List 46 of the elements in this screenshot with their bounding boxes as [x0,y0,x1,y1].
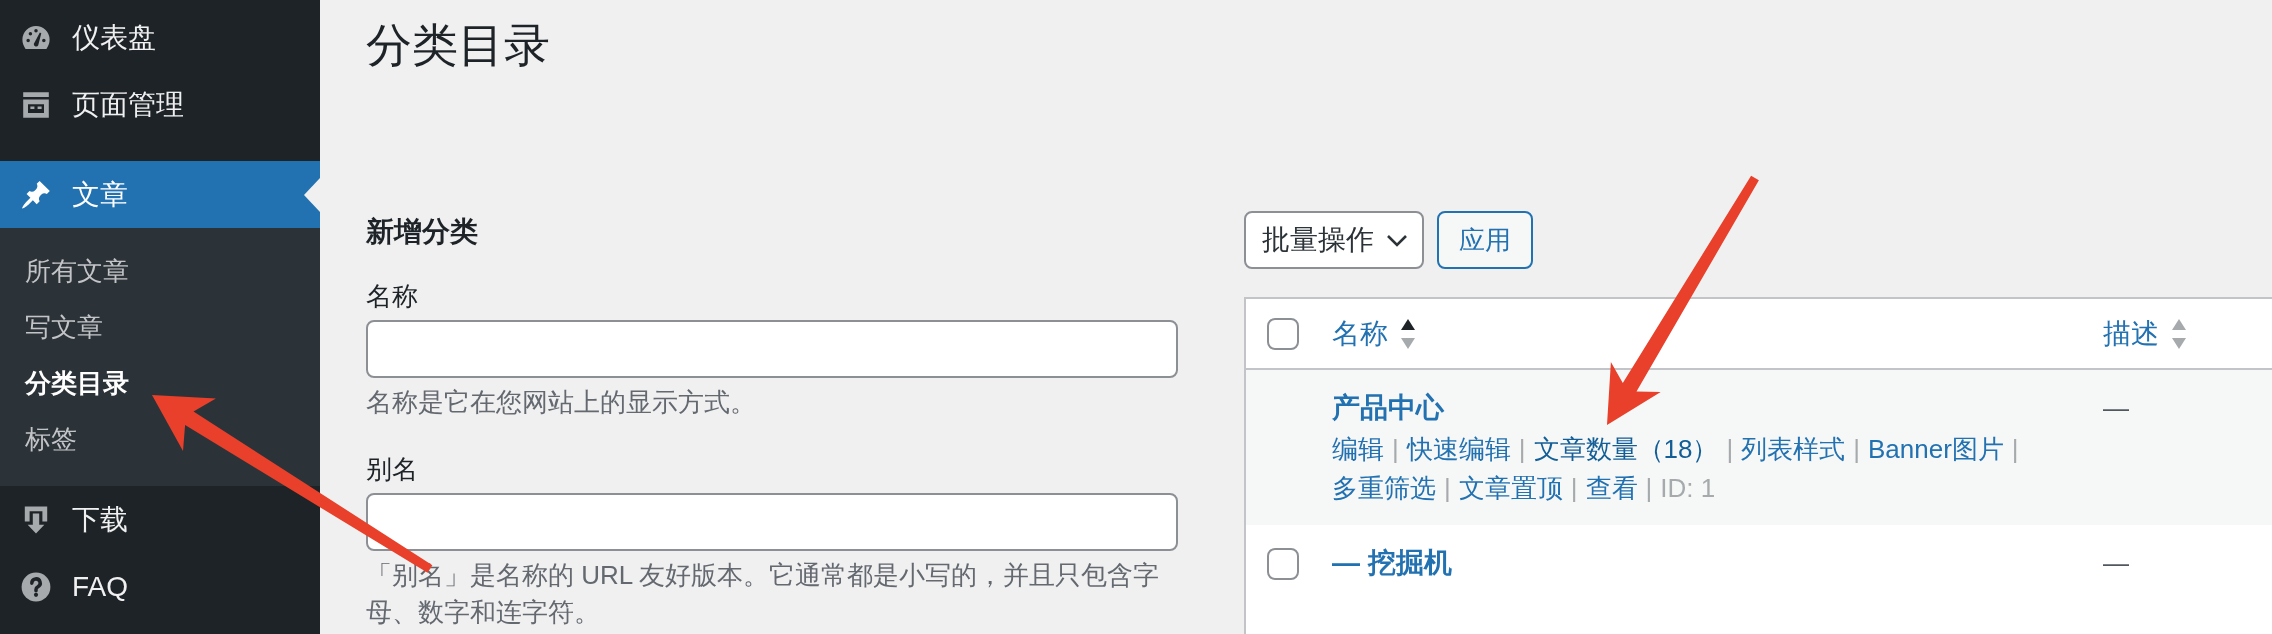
action-separator: | [2010,434,2020,464]
field-label: 别名 [366,453,418,486]
menu-item[interactable]: 下载 [0,486,320,553]
row-action-link[interactable]: 列表样式 [1741,434,1846,464]
row-action-link[interactable]: 查看 [1585,473,1638,503]
category-name-link[interactable]: — 挖掘机 [1332,544,1452,582]
row-action-link[interactable]: 快速编辑 [1406,434,1511,464]
bulk-actions-select[interactable]: 批量操作 [1244,211,1424,269]
submenu-item[interactable]: 所有文章 [0,243,320,299]
action-separator: | [1391,434,1400,464]
apply-button[interactable]: 应用 [1437,211,1533,269]
row-id-text: ID: 1 [1660,473,1716,503]
action-separator: | [1569,473,1579,503]
column-header[interactable]: 描述 [2103,314,2159,353]
table-cell-text: — [2103,547,2129,580]
row-checkbox[interactable] [1267,548,1299,580]
column-header[interactable]: 名称 [1332,314,1388,353]
action-separator: | [1852,434,1861,464]
input-field[interactable] [366,320,1178,378]
row-action-link[interactable]: Banner图片 [1868,434,2004,464]
menu-item[interactable]: 页面管理 [0,71,320,138]
menu-item[interactable]: FAQ [0,553,320,620]
submenu-item[interactable]: 分类目录 [0,355,320,411]
row-action-link[interactable]: 多重筛选 [1332,473,1436,503]
row-action-link[interactable]: 文章置顶 [1458,473,1563,503]
action-separator: | [1443,473,1452,503]
field-label: 名称 [366,280,418,313]
pin-icon [20,178,52,211]
table-cell-text: — [2103,392,2129,425]
action-separator: | [1644,473,1654,503]
page-title: 分类目录 [366,18,550,73]
submenu-item[interactable]: 写文章 [0,299,320,355]
row-action-link[interactable]: 编辑 [1332,434,1384,464]
row-action-link[interactable]: 文章数量（18） [1533,434,1719,464]
field-hint: 名称是它在您网站上的显示方式。 [366,386,757,419]
select-all-checkbox[interactable] [1267,317,1299,350]
menu-item[interactable]: 文章 [0,161,320,228]
action-separator: | [1725,434,1735,464]
chevron-down-icon [1386,233,1408,247]
category-name-link[interactable]: 产品中心 [1332,389,1444,427]
menu-item[interactable]: 仪表盘 [0,4,320,71]
input-field[interactable] [366,493,1178,551]
form-heading: 新增分类 [366,215,478,249]
submenu-item[interactable]: 标签 [0,411,320,467]
action-separator: | [1517,434,1527,464]
help-icon [20,570,52,603]
